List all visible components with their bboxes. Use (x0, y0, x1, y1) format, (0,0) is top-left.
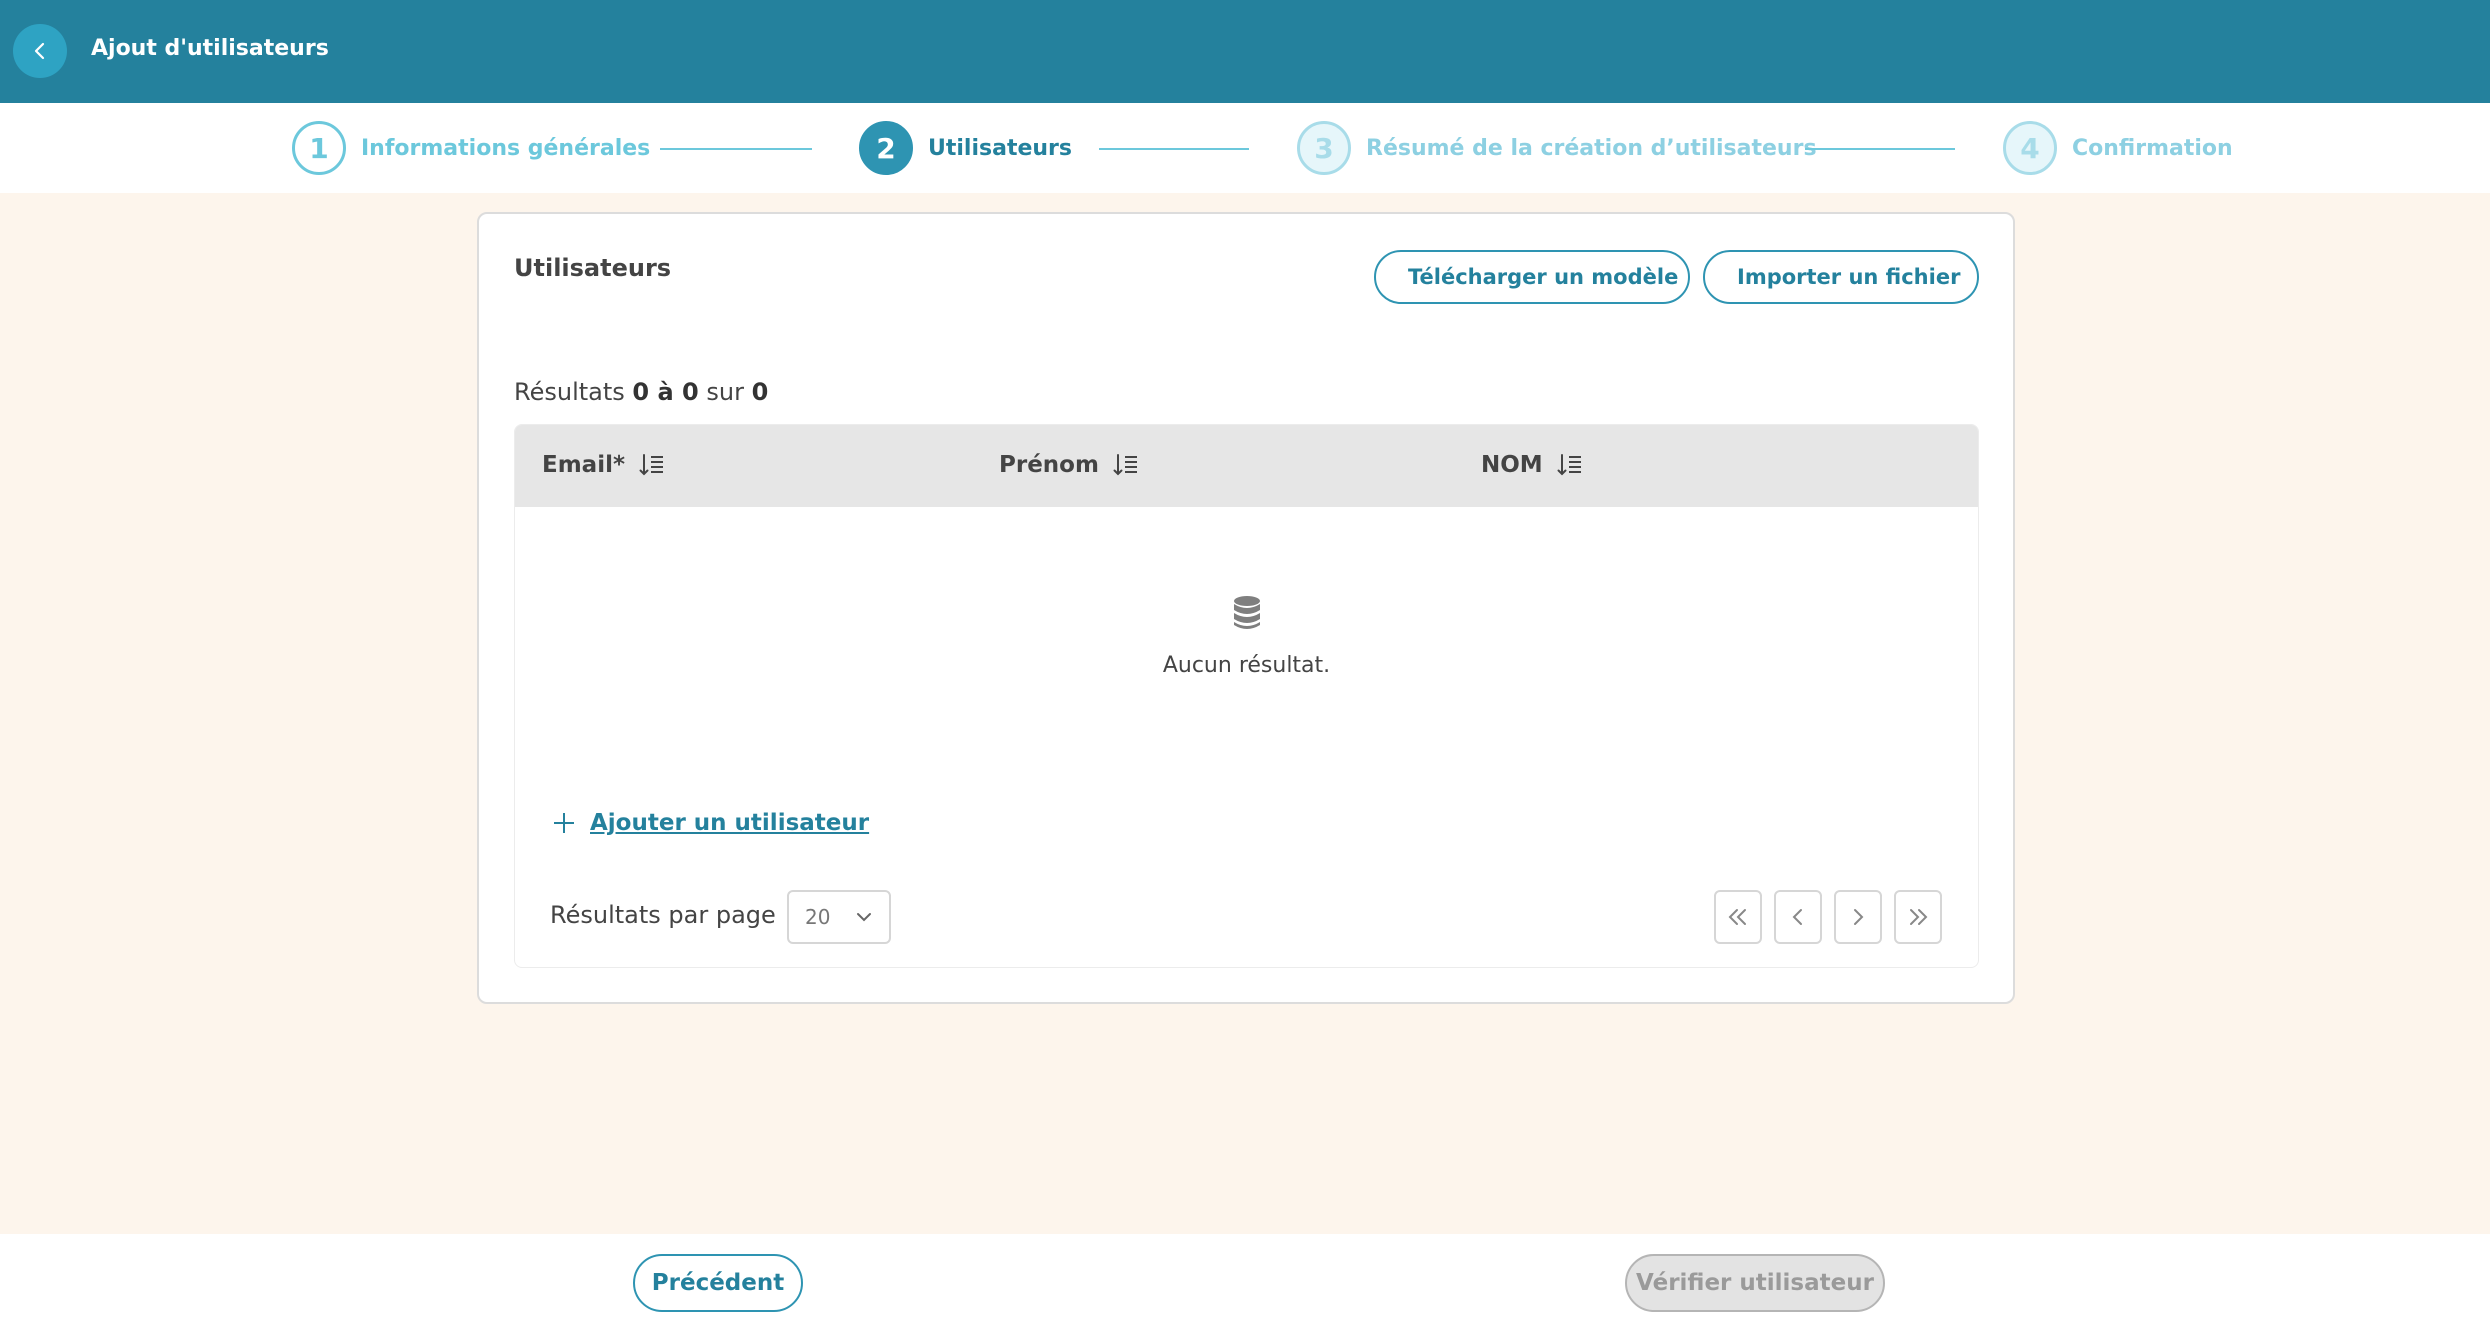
first-page-button[interactable] (1714, 890, 1762, 944)
chevron-right-icon (1854, 909, 1864, 925)
previous-button[interactable]: Précédent (633, 1254, 803, 1312)
plus-icon (554, 813, 574, 833)
back-button[interactable] (13, 24, 67, 78)
download-template-button[interactable]: Télécharger un modèle (1374, 250, 1690, 304)
add-user-link[interactable]: Ajouter un utilisateur (552, 810, 869, 836)
import-file-button[interactable]: Importer un fichier (1703, 250, 1979, 304)
step-utilisateurs[interactable]: 2 Utilisateurs (859, 121, 1072, 175)
stepper: 1 Informations générales 2 Utilisateurs … (0, 103, 2490, 193)
step-number: 1 (292, 121, 346, 175)
double-chevron-right-icon (1910, 909, 1928, 925)
step-informations-generales[interactable]: 1 Informations générales (292, 121, 650, 175)
results-summary: Résultats 0 à 0 sur 0 (514, 378, 769, 406)
users-card: Utilisateurs Télécharger un modèle Impor… (477, 212, 2015, 1004)
sort-icon (1557, 454, 1581, 476)
database-icon (1234, 596, 1260, 629)
step-connector (1099, 148, 1249, 150)
users-table: Email* Prénom NOM Aucun résultat. Ajoute… (514, 424, 1979, 968)
chevron-down-icon (857, 913, 871, 922)
chevron-left-icon (1792, 909, 1802, 925)
sort-icon (639, 454, 663, 476)
step-number: 4 (2003, 121, 2057, 175)
empty-state-text: Aucun résultat. (1162, 653, 1331, 678)
verify-user-button[interactable]: Vérifier utilisateur (1625, 1254, 1885, 1312)
step-label: Informations générales (361, 135, 651, 161)
chevron-left-icon (34, 42, 45, 60)
download-template-label: Télécharger un modèle (1408, 265, 1679, 289)
step-number: 3 (1297, 121, 1351, 175)
step-connector (1805, 148, 1955, 150)
card-title: Utilisateurs (514, 254, 672, 282)
previous-page-button[interactable] (1774, 890, 1822, 944)
next-page-button[interactable] (1834, 890, 1882, 944)
step-label: Utilisateurs (928, 135, 1072, 161)
column-header-email[interactable]: Email* (542, 452, 665, 478)
double-chevron-left-icon (1728, 909, 1746, 925)
page-title: Ajout d'utilisateurs (91, 36, 329, 61)
app-header: Ajout d'utilisateurs (0, 0, 2490, 103)
footer-bar: Précédent Vérifier utilisateur (0, 1234, 2490, 1326)
per-page-value: 20 (805, 905, 831, 929)
column-header-prenom[interactable]: Prénom (999, 452, 1139, 478)
step-label: Résumé de la création d’utilisateurs (1366, 135, 1817, 161)
per-page-label: Résultats par page (550, 901, 776, 929)
last-page-button[interactable] (1894, 890, 1942, 944)
add-user-label: Ajouter un utilisateur (590, 810, 870, 836)
sort-icon (1113, 454, 1137, 476)
per-page-select[interactable]: 20 (787, 890, 891, 944)
column-header-nom[interactable]: NOM (1481, 452, 1583, 478)
step-label: Confirmation (2072, 135, 2233, 161)
step-confirmation[interactable]: 4 Confirmation (2003, 121, 2233, 175)
table-header: Email* Prénom NOM (515, 425, 1978, 507)
step-number: 2 (859, 121, 913, 175)
step-resume[interactable]: 3 Résumé de la création d’utilisateurs (1297, 121, 1817, 175)
import-file-label: Importer un fichier (1737, 265, 1961, 289)
step-connector (660, 148, 812, 150)
